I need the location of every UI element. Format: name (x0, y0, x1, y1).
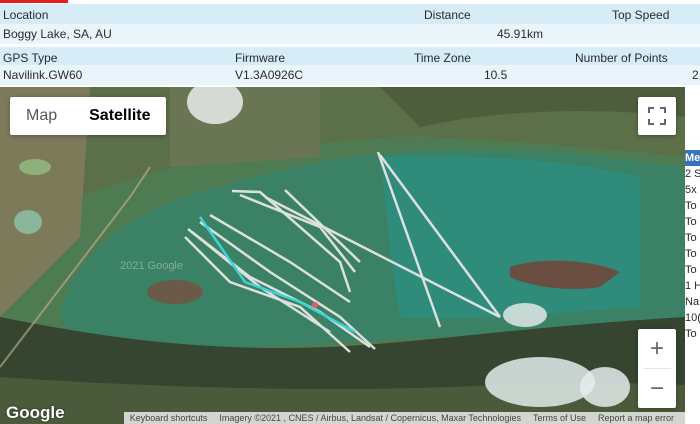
firmware-value: V1.3A0926C (235, 68, 304, 82)
report-map-error-link[interactable]: Report a map error (592, 412, 680, 424)
side-panel-line: To (685, 328, 697, 340)
side-panel-line: To (685, 216, 697, 228)
header-row-1: Location Distance Top Speed (0, 4, 700, 26)
location-value: Boggy Lake, SA, AU (3, 27, 112, 41)
side-panel-line: 1 H (685, 280, 700, 292)
satellite-map[interactable]: 2021 Google Map Satellite + − Google Key… (0, 87, 685, 424)
location-header: Location (3, 8, 49, 22)
track-point-marker (312, 302, 318, 308)
map-watermark: 2021 Google (120, 260, 183, 272)
side-info-panel: Me 2 S 5x To To To To To 1 H Na 10( To (685, 150, 700, 380)
gps-type-value: Navilink.GW60 (3, 68, 83, 82)
side-panel-line: To (685, 248, 697, 260)
side-panel-line: Na (685, 296, 700, 308)
side-panel-line: To (685, 264, 697, 276)
map-attribution: Keyboard shortcuts Imagery ©2021 , CNES … (123, 412, 685, 424)
terms-of-use-link[interactable]: Terms of Use (527, 412, 592, 424)
satellite-imagery: 2021 Google (0, 87, 685, 424)
side-panel-line: To (685, 200, 697, 212)
keyboard-shortcuts-link[interactable]: Keyboard shortcuts (124, 412, 214, 424)
zoom-control: + − (638, 329, 676, 408)
accent-bar (0, 0, 68, 3)
top-speed-header: Top Speed (612, 8, 670, 22)
number-of-points-header: Number of Points (575, 51, 668, 65)
value-row-2: Navilink.GW60 V1.3A0926C 10.5 2 (0, 65, 700, 85)
map-type-satellite-button[interactable]: Satellite (73, 97, 166, 135)
imagery-credit: Imagery ©2021 , CNES / Airbus, Landsat /… (219, 413, 521, 423)
side-panel-line: 5x (685, 184, 697, 196)
time-zone-header: Time Zone (414, 51, 471, 65)
number-of-points-value: 2 (692, 68, 699, 82)
side-panel-header: Me (685, 150, 700, 166)
zoom-out-button[interactable]: − (638, 369, 676, 408)
fullscreen-button[interactable] (638, 97, 676, 135)
distance-value: 45.91km (497, 27, 544, 41)
fullscreen-icon (648, 107, 666, 125)
map-type-map-button[interactable]: Map (10, 97, 73, 135)
distance-header: Distance (424, 8, 471, 22)
google-logo: Google (6, 403, 65, 422)
map-type-control: Map Satellite (10, 97, 167, 135)
value-row-1: Boggy Lake, SA, AU 45.91km (0, 24, 700, 44)
side-panel-line: 2 S (685, 168, 700, 180)
zoom-in-button[interactable]: + (638, 329, 676, 368)
side-panel-line: To (685, 232, 697, 244)
firmware-header: Firmware (235, 51, 285, 65)
side-panel-line: 10( (685, 312, 700, 324)
gps-type-header: GPS Type (3, 51, 58, 65)
time-zone-value: 10.5 (484, 68, 508, 82)
